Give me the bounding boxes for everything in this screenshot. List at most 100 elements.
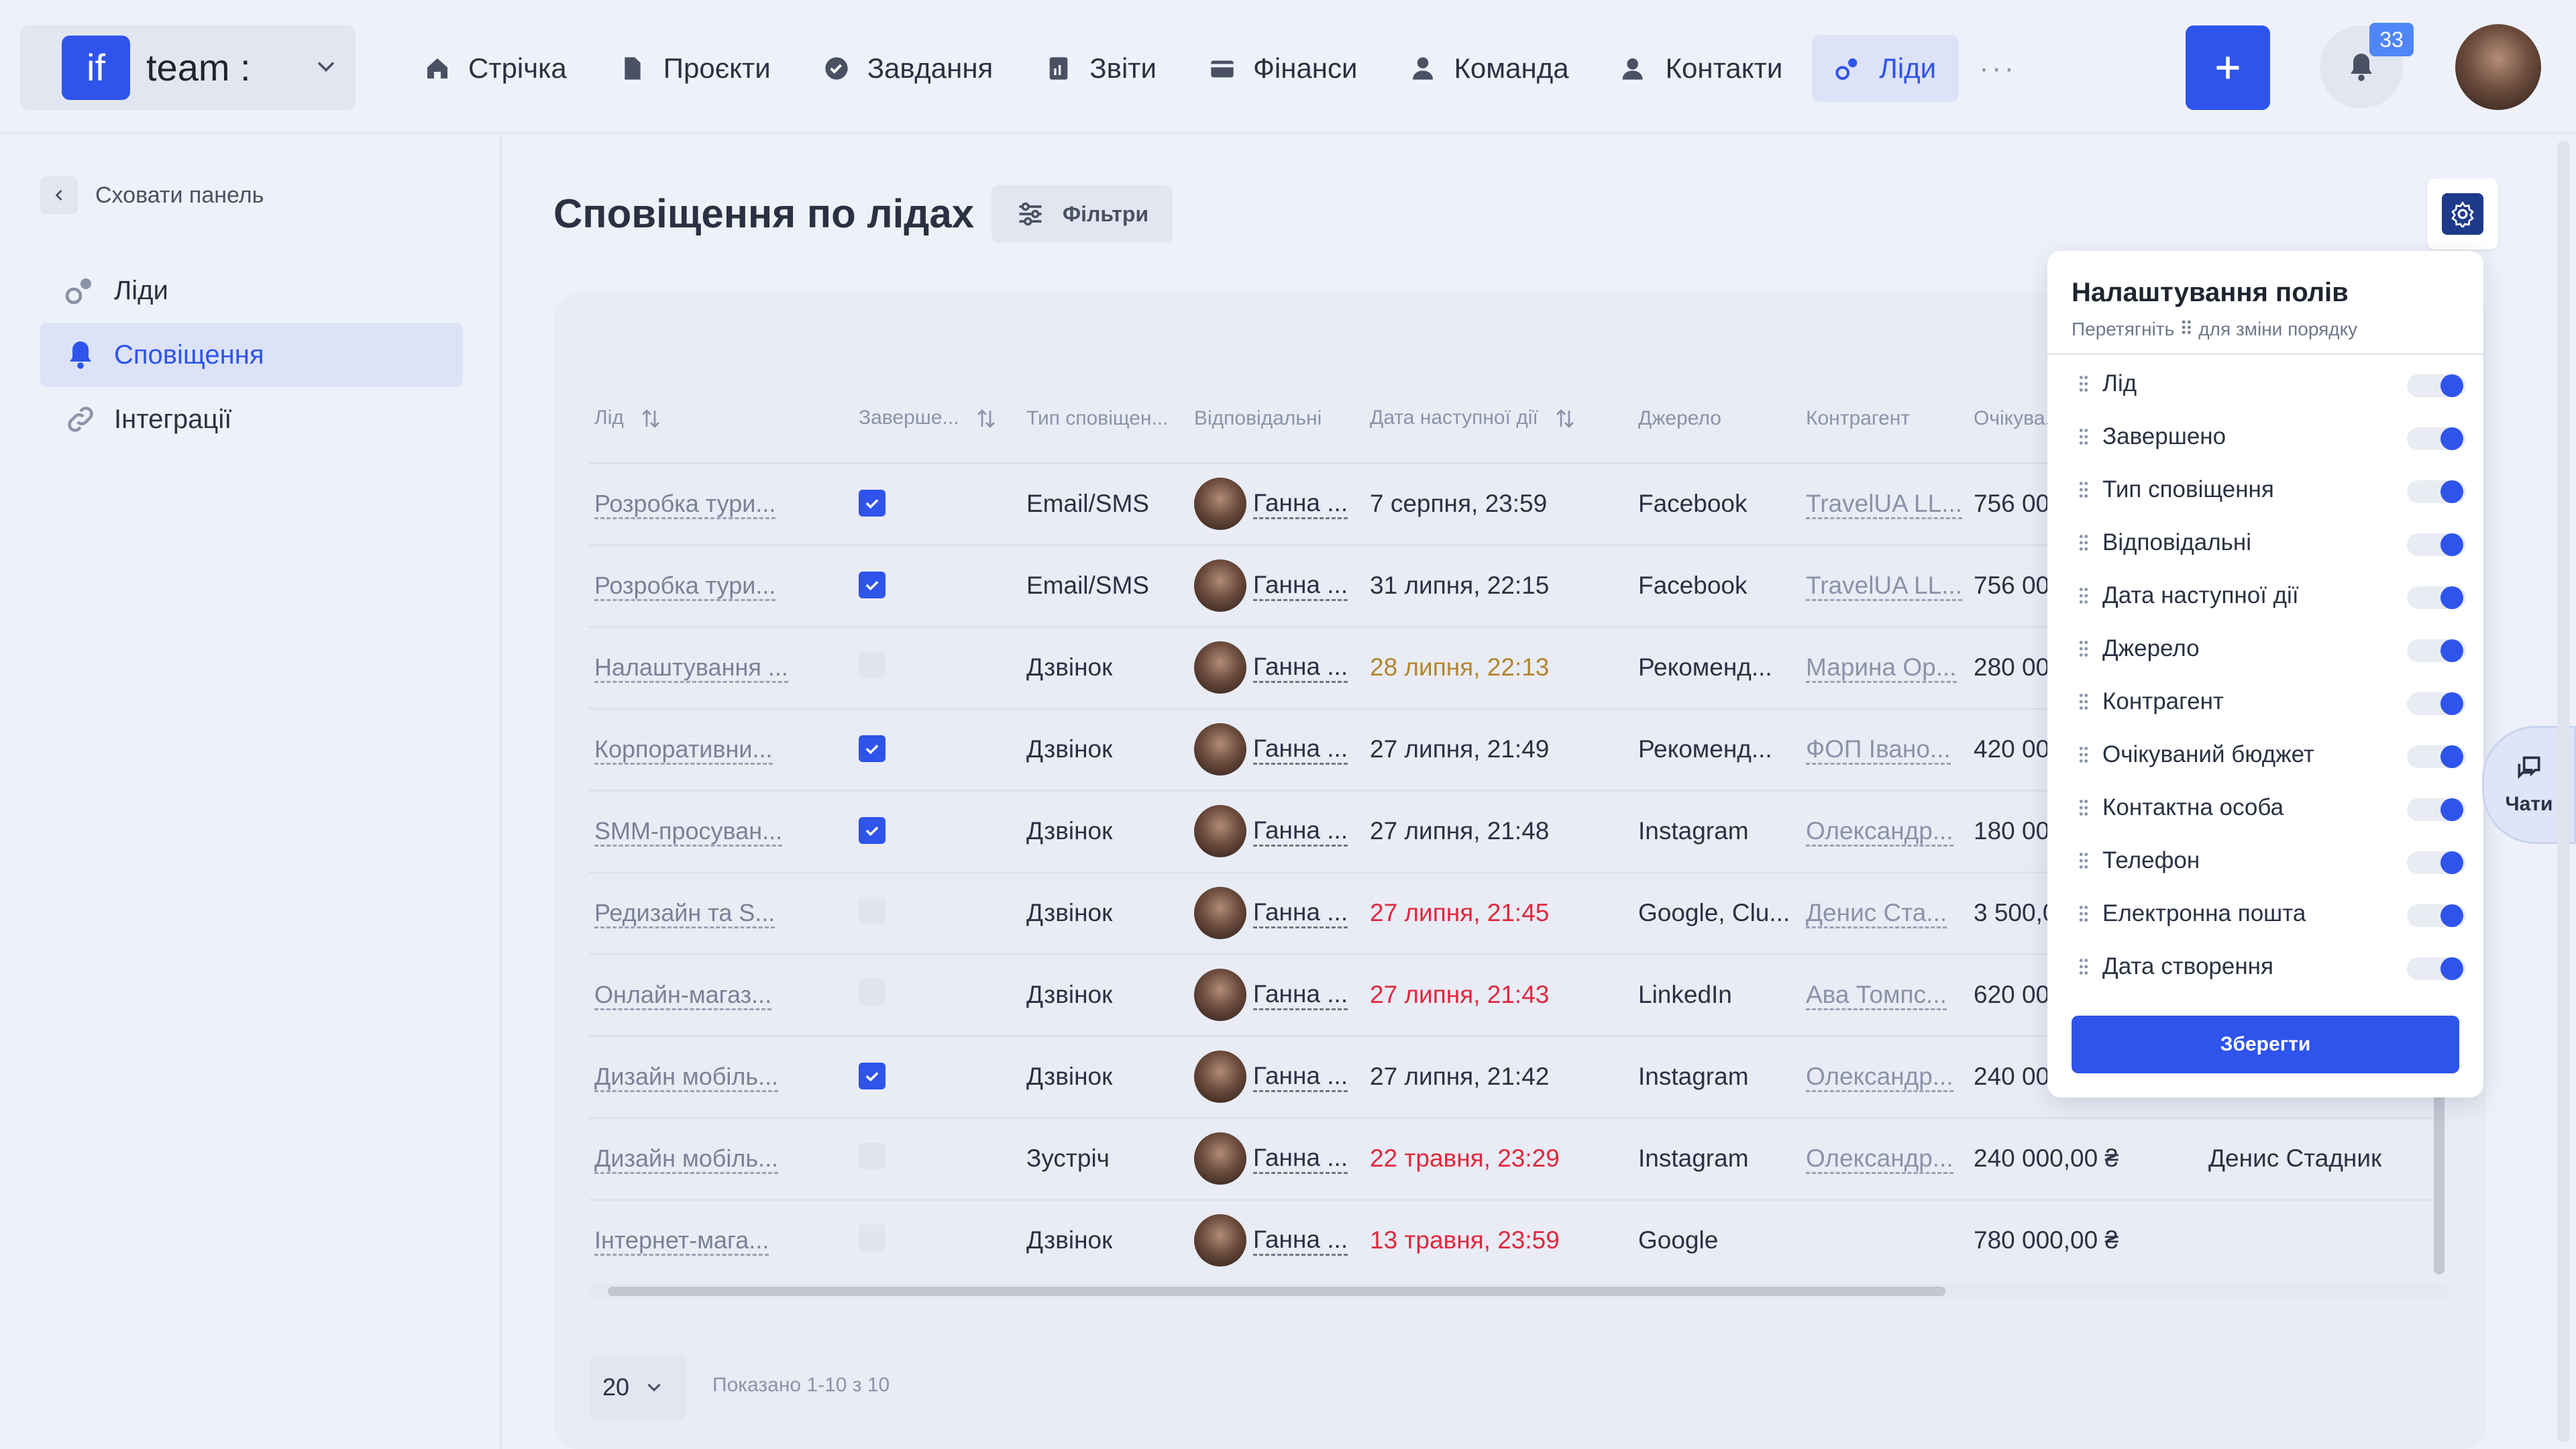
client-link[interactable]: Олександр... [1806, 817, 1953, 847]
field-setting-row[interactable]: Джерело [2077, 629, 2466, 669]
column-header-client[interactable]: Контрагент [1801, 376, 1968, 464]
column-header-next-action[interactable]: Дата наступної дії [1364, 376, 1633, 464]
lead-link[interactable]: Інтернет-мага... [594, 1226, 769, 1256]
column-header-responsible[interactable]: Відповідальні [1189, 376, 1364, 464]
avatar[interactable] [1194, 559, 1246, 612]
drag-handle-icon[interactable] [2077, 533, 2090, 553]
avatar[interactable] [1194, 1051, 1246, 1103]
avatar[interactable] [1194, 641, 1246, 694]
field-toggle[interactable] [2407, 533, 2466, 556]
lead-link[interactable]: Дизайн мобіль... [594, 1144, 779, 1174]
field-setting-row[interactable]: Відповідальні [2077, 523, 2466, 563]
field-setting-row[interactable]: Тип сповіщення [2077, 470, 2466, 510]
field-setting-row[interactable]: Дата наступної дії [2077, 576, 2466, 616]
drag-handle-icon[interactable] [2077, 586, 2090, 606]
save-button[interactable]: Зберегти [2072, 1016, 2459, 1073]
nav-item-team[interactable]: Команда [1387, 35, 1591, 102]
lead-link[interactable]: SMM-просуван... [594, 817, 783, 847]
nav-item-contacts[interactable]: Контакти [1599, 35, 1806, 102]
field-setting-row[interactable]: Дата створення [2077, 947, 2466, 987]
lead-link[interactable]: Налаштування ... [594, 653, 788, 683]
nav-more-button[interactable]: ··· [1979, 52, 2017, 85]
field-setting-row[interactable]: Телефон [2077, 841, 2466, 881]
field-setting-row[interactable]: Контрагент [2077, 682, 2466, 722]
avatar[interactable] [1194, 1214, 1246, 1267]
drag-handle-icon[interactable] [2077, 480, 2090, 500]
field-toggle[interactable] [2407, 798, 2466, 821]
lead-link[interactable]: Дизайн мобіль... [594, 1063, 779, 1092]
responsible-name[interactable]: Ганна ... [1253, 489, 1348, 519]
lead-link[interactable]: Розробка тури... [594, 572, 776, 601]
column-header-source[interactable]: Джерело [1633, 376, 1801, 464]
done-checkbox[interactable] [859, 1142, 885, 1169]
responsible-name[interactable]: Ганна ... [1253, 653, 1348, 683]
drag-handle-icon[interactable] [2077, 427, 2090, 447]
responsible-name[interactable]: Ганна ... [1253, 571, 1348, 601]
field-toggle[interactable] [2407, 904, 2466, 927]
drag-handle-icon[interactable] [2077, 692, 2090, 712]
responsible-name[interactable]: Ганна ... [1253, 816, 1348, 847]
field-toggle[interactable] [2407, 374, 2466, 397]
client-link[interactable]: ФОП Івано... [1806, 735, 1951, 765]
done-checkbox[interactable] [859, 571, 885, 598]
responsible-name[interactable]: Ганна ... [1253, 980, 1348, 1010]
done-checkbox[interactable] [859, 896, 885, 924]
table-row[interactable]: Дизайн мобіль... Зустріч Ганна ... 22 травн… [589, 1118, 2447, 1201]
field-setting-row[interactable]: Контактна особа [2077, 788, 2466, 828]
done-checkbox[interactable] [859, 1224, 885, 1251]
workspace-switcher[interactable]: if team : [20, 25, 356, 110]
field-setting-row[interactable]: Завершено [2077, 417, 2466, 457]
lead-link[interactable]: Онлайн-магаз... [594, 981, 772, 1010]
field-toggle[interactable] [2407, 851, 2466, 874]
field-setting-row[interactable]: Очікуваний бюджет [2077, 735, 2466, 775]
user-avatar[interactable] [2455, 24, 2541, 110]
client-link[interactable]: TravelUA LL... [1806, 572, 1963, 601]
client-link[interactable]: Олександр... [1806, 1063, 1953, 1092]
nav-item-tasks[interactable]: Завдання [800, 35, 1016, 102]
column-header-lead[interactable]: Лід [589, 376, 853, 464]
sort-icon[interactable] [639, 407, 663, 431]
drag-handle-icon[interactable] [2077, 957, 2090, 977]
page-scrollbar[interactable] [2557, 141, 2569, 1442]
field-toggle[interactable] [2407, 957, 2466, 980]
responsible-name[interactable]: Ганна ... [1253, 1144, 1348, 1174]
column-header-type[interactable]: Тип сповіщен... [1021, 376, 1189, 464]
done-checkbox[interactable] [859, 651, 885, 678]
client-link[interactable]: TravelUA LL... [1806, 490, 1963, 519]
drag-handle-icon[interactable] [2077, 745, 2090, 765]
field-setting-row[interactable]: Електронна пошта [2077, 894, 2466, 934]
done-checkbox[interactable] [859, 735, 885, 762]
field-toggle[interactable] [2407, 745, 2466, 768]
lead-link[interactable]: Розробка тури... [594, 490, 776, 519]
avatar[interactable] [1194, 887, 1246, 939]
lead-link[interactable]: Редизайн та S... [594, 899, 775, 928]
sort-icon[interactable] [974, 407, 998, 431]
field-toggle[interactable] [2407, 639, 2466, 662]
create-button[interactable] [2186, 25, 2270, 110]
responsible-name[interactable]: Ганна ... [1253, 1062, 1348, 1092]
field-toggle[interactable] [2407, 427, 2466, 450]
hide-panel-button[interactable]: Сховати панель [40, 176, 264, 214]
client-link[interactable]: Олександр... [1806, 1144, 1953, 1174]
field-toggle[interactable] [2407, 692, 2466, 715]
client-link[interactable]: Марина Ор... [1806, 653, 1957, 683]
table-row[interactable]: Інтернет-мага... Дзвінок Ганна ... 13 травн… [589, 1199, 2447, 1275]
avatar[interactable] [1194, 478, 1246, 530]
avatar[interactable] [1194, 805, 1246, 857]
nav-item-projects[interactable]: Проєкти [596, 35, 794, 102]
responsible-name[interactable]: Ганна ... [1253, 898, 1348, 928]
drag-handle-icon[interactable] [2077, 798, 2090, 818]
sidebar-item-notifications[interactable]: Сповіщення [40, 323, 463, 387]
nav-item-reports[interactable]: Звіти [1022, 35, 1179, 102]
filters-button[interactable]: Фільтри [991, 185, 1173, 243]
page-size-select[interactable]: 20 [589, 1355, 687, 1419]
drag-handle-icon[interactable] [2077, 851, 2090, 871]
nav-item-feed[interactable]: Стрічка [401, 35, 590, 102]
avatar[interactable] [1194, 969, 1246, 1021]
field-setting-row[interactable]: Лід [2077, 364, 2466, 404]
client-link[interactable]: Денис Ста... [1806, 899, 1947, 928]
done-checkbox[interactable] [859, 816, 885, 844]
column-header-done[interactable]: Заверше... [853, 376, 1021, 464]
sort-icon[interactable] [1553, 407, 1577, 431]
field-toggle[interactable] [2407, 586, 2466, 609]
